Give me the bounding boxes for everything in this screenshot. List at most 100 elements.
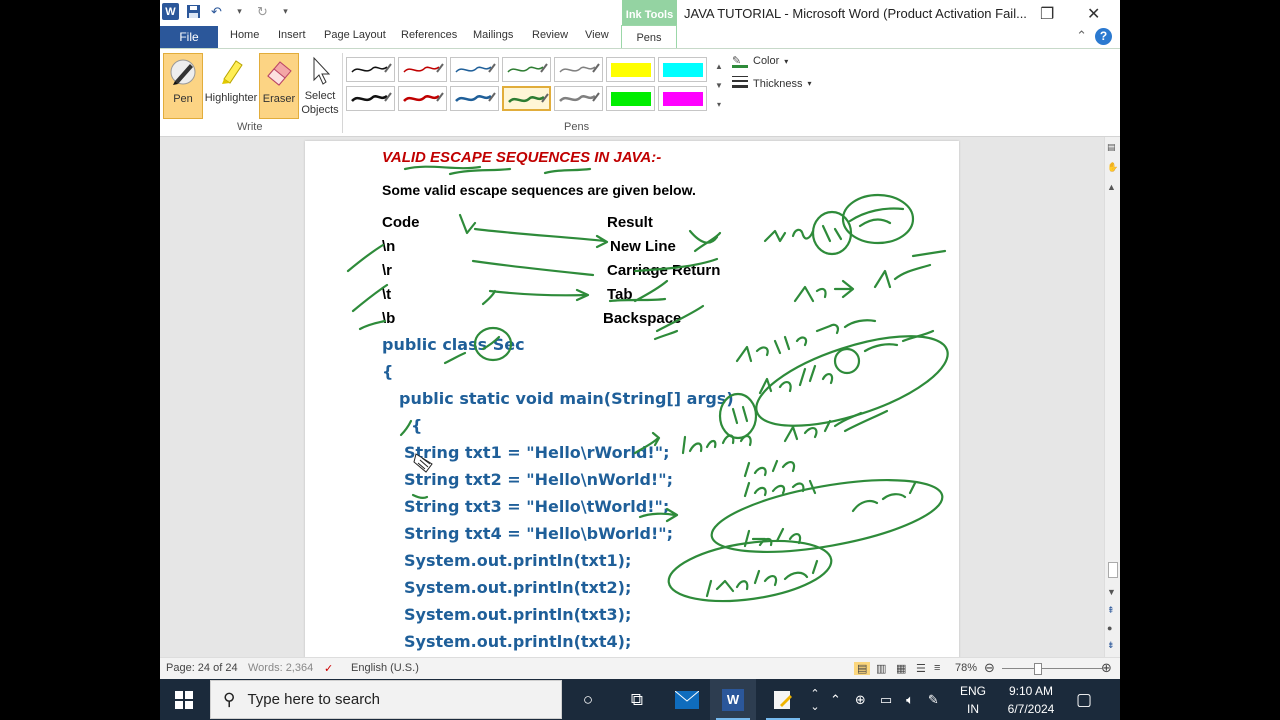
pan-hand-icon[interactable]: ✋ [1107, 162, 1118, 173]
highlighter-stroke-icon [663, 92, 703, 106]
highlighter-button[interactable]: Highlighter [204, 53, 258, 119]
clock[interactable]: 9:10 AM 6/7/2024 [1002, 679, 1060, 720]
tab-pens[interactable]: Pens [621, 25, 677, 49]
thickness-dropdown-icon: ▾ [807, 79, 812, 88]
web-layout-view-icon[interactable]: ▦ [896, 662, 906, 675]
full-screen-view-icon[interactable]: ▥ [876, 662, 886, 675]
tab-review[interactable]: Review [532, 29, 568, 41]
tab-page-layout[interactable]: Page Layout [324, 29, 386, 41]
restore-icon[interactable]: ❐ [1040, 4, 1054, 24]
pen-swatch[interactable] [658, 57, 707, 82]
tab-mailings[interactable]: Mailings [473, 29, 513, 41]
word-taskbar-icon[interactable]: W [710, 679, 756, 720]
pen-stroke-icon [559, 92, 600, 102]
customize-qat-icon[interactable]: ▾ [277, 3, 294, 20]
highlighter-stroke-icon [663, 63, 703, 77]
word-app-icon[interactable]: W [162, 3, 179, 20]
language[interactable]: English (U.S.) [351, 662, 419, 674]
vertical-scrollbar[interactable]: ▤ ✋ ▲ ▼ ⇞ ● ⇟ [1104, 137, 1120, 657]
zoom-slider-thumb[interactable] [1034, 663, 1042, 675]
pen-swatch[interactable] [346, 57, 395, 82]
system-tray: ⌃ ⊕ ▭ 🔈︎ ✎ [830, 679, 939, 720]
zoom-level[interactable]: 78% [955, 662, 977, 674]
volume-icon[interactable]: 🔈︎ [906, 692, 914, 708]
collapse-ribbon-icon[interactable]: ⌃ [1076, 28, 1087, 45]
proofing-icon[interactable]: ✓ [324, 662, 333, 675]
ink-tools-context-label: Ink Tools [622, 0, 677, 26]
input-language[interactable]: ENG IN [960, 679, 986, 720]
gallery-up-icon[interactable]: ▲ [712, 57, 726, 76]
pen-swatch[interactable] [606, 86, 655, 111]
tab-home[interactable]: Home [230, 29, 259, 41]
windows-taskbar: ⚲ Type here to search ○ ⧉ W ⌃ ⌄ ⌃ ⊕ ▭ 🔈︎ … [160, 679, 1120, 720]
gallery-down-icon[interactable]: ▼ [712, 76, 726, 95]
pen-stroke-icon [508, 93, 549, 103]
pen-swatch[interactable] [658, 86, 707, 111]
pen-workspace-icon[interactable]: ✎ [928, 692, 939, 708]
undo-icon[interactable]: ↶ [208, 3, 225, 20]
status-bar: Page: 24 of 24 Words: 2,364 ✓ English (U… [160, 657, 1120, 679]
page-count[interactable]: Page: 24 of 24 [166, 662, 238, 674]
tab-file[interactable]: File [160, 26, 218, 48]
ruler-toggle-icon[interactable]: ▤ [1107, 142, 1116, 153]
language-region: IN [967, 701, 979, 716]
highlighter-stroke-icon [611, 63, 651, 77]
thickness-option[interactable]: Thickness ▾ [732, 75, 812, 92]
pen-swatch[interactable] [450, 57, 499, 82]
network-globe-icon[interactable]: ⊕ [855, 692, 866, 708]
section-heading: VALID ESCAPE SEQUENCES IN JAVA:- [382, 149, 662, 166]
outline-view-icon[interactable]: ☰ [916, 662, 926, 675]
print-layout-view-icon[interactable]: ▤ [854, 662, 871, 675]
save-icon[interactable] [185, 3, 202, 20]
prev-page-icon[interactable]: ⇞ [1107, 605, 1115, 616]
cortana-icon[interactable]: ○ [565, 679, 611, 720]
pen-swatch[interactable] [346, 86, 395, 111]
color-label: Color [753, 55, 780, 67]
show-hidden-icons[interactable]: ⌃ [830, 692, 841, 708]
word-count[interactable]: Words: 2,364 [248, 662, 313, 674]
scroll-thumb[interactable] [1108, 562, 1118, 578]
color-option[interactable]: ✎ Color ▾ [732, 54, 788, 68]
tab-insert[interactable]: Insert [278, 29, 306, 41]
scroll-down-icon[interactable]: ▼ [1107, 587, 1116, 597]
browse-object-icon[interactable]: ● [1107, 623, 1112, 633]
start-button[interactable] [160, 679, 208, 720]
scroll-up-icon[interactable]: ▲ [1107, 182, 1116, 192]
taskbar-search[interactable]: ⚲ Type here to search [210, 680, 562, 719]
pen-swatch[interactable] [450, 86, 499, 111]
draft-view-icon[interactable]: ≡ [934, 662, 940, 674]
notifications-icon[interactable]: ▢ [1076, 679, 1092, 720]
pen-swatch[interactable] [554, 86, 603, 111]
select-objects-button[interactable]: Select Objects [300, 53, 340, 119]
pen-button[interactable]: Pen [163, 53, 203, 119]
pen-label: Pen [173, 93, 193, 105]
pen-swatch[interactable] [398, 57, 447, 82]
search-placeholder: Type here to search [247, 691, 381, 708]
network-icon[interactable]: ▭ [880, 692, 892, 708]
taskbar-overflow-icon[interactable]: ⌃ ⌄ [800, 679, 830, 720]
pen-swatch[interactable] [502, 57, 551, 82]
mail-icon[interactable] [664, 679, 710, 720]
table-row-code: \n [382, 238, 396, 255]
zoom-in-icon[interactable]: ⊕ [1101, 660, 1112, 676]
zoom-out-icon[interactable]: ⊖ [984, 660, 995, 676]
close-icon[interactable]: ✕ [1087, 4, 1100, 24]
next-page-icon[interactable]: ⇟ [1107, 640, 1115, 651]
eraser-button[interactable]: Eraser [259, 53, 299, 119]
document-page[interactable]: VALID ESCAPE SEQUENCES IN JAVA:- Some va… [305, 141, 959, 661]
gallery-more-icon[interactable]: ▾ [712, 95, 726, 114]
write-group-label: Write [237, 121, 263, 133]
zoom-slider[interactable] [1002, 668, 1102, 669]
tab-view[interactable]: View [585, 29, 609, 41]
tab-references[interactable]: References [401, 29, 457, 41]
pen-swatch[interactable] [554, 57, 603, 82]
undo-dropdown-icon[interactable]: ▾ [231, 3, 248, 20]
pens-group-label: Pens [564, 121, 590, 133]
pen-swatch[interactable] [398, 86, 447, 111]
pen-swatch[interactable] [502, 86, 551, 111]
pen-swatch[interactable] [606, 57, 655, 82]
thickness-label: Thickness [753, 77, 803, 90]
help-icon[interactable]: ? [1095, 28, 1112, 45]
task-view-icon[interactable]: ⧉ [614, 679, 660, 720]
redo-icon[interactable]: ↻ [254, 3, 271, 20]
